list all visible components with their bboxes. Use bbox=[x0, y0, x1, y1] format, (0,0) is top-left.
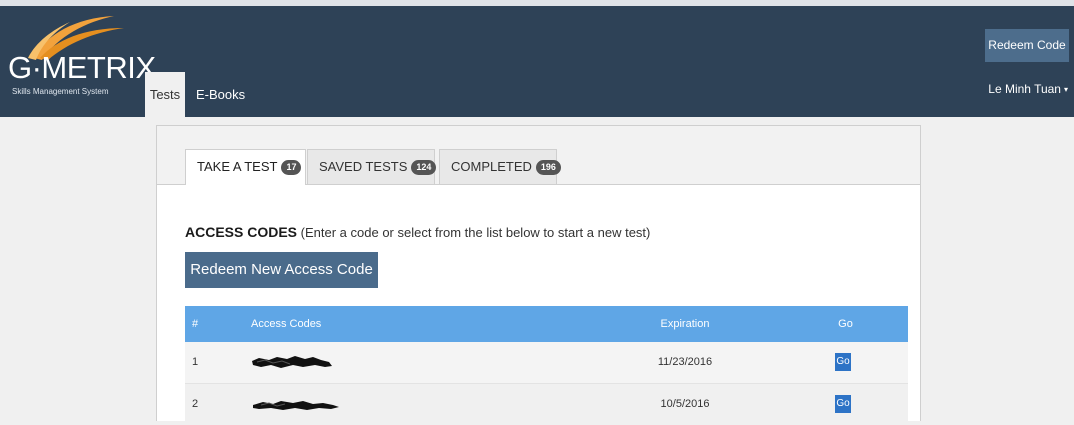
gmetrix-logo[interactable]: G·METRIX Skills Management System bbox=[6, 12, 156, 104]
expiration-date: 10/5/2016 bbox=[660, 398, 710, 410]
redacted-access-code bbox=[252, 356, 332, 368]
section-subtitle: (Enter a code or select from the list be… bbox=[300, 225, 651, 240]
tab-label: SAVED TESTS bbox=[319, 159, 408, 174]
column-header-number[interactable]: # bbox=[192, 306, 198, 342]
caret-down-icon: ▾ bbox=[1063, 85, 1068, 94]
panel-tab-bar: TAKE A TEST 17 SAVED TESTS 124 COMPLETED 19… bbox=[157, 126, 920, 185]
row-number: 1 bbox=[192, 356, 199, 368]
access-codes-heading: ACCESS CODES (Enter a code or select fro… bbox=[185, 224, 650, 240]
redeem-new-access-code-button[interactable]: Redeem New Access Code bbox=[185, 252, 378, 288]
tab-label: COMPLETED bbox=[451, 159, 532, 174]
column-header-go[interactable]: Go bbox=[837, 306, 854, 342]
tests-panel: TAKE A TEST 17 SAVED TESTS 124 COMPLETED 19… bbox=[156, 125, 921, 425]
access-codes-table: # Access Codes Expiration Date Go 1 11/2… bbox=[185, 306, 908, 425]
table-row: 1 11/23/2016 Go bbox=[185, 342, 908, 384]
section-title: ACCESS CODES bbox=[185, 224, 298, 240]
tab-label: TAKE A TEST bbox=[197, 159, 278, 174]
redeem-code-button[interactable]: Redeem Code bbox=[985, 29, 1069, 62]
tab-take-a-test[interactable]: TAKE A TEST 17 bbox=[185, 149, 306, 185]
nav-tab-tests[interactable]: Tests bbox=[145, 72, 185, 117]
go-button[interactable]: Go bbox=[835, 395, 851, 413]
count-badge: 17 bbox=[281, 160, 302, 175]
user-menu[interactable]: Le Minh Tuan ▾ bbox=[988, 82, 1068, 96]
count-badge: 124 bbox=[411, 160, 437, 175]
top-navbar: G·METRIX Skills Management System Tests … bbox=[0, 0, 1074, 117]
column-header-access-codes[interactable]: Access Codes bbox=[251, 306, 321, 342]
count-badge: 196 bbox=[535, 160, 561, 175]
logo-tagline: Skills Management System bbox=[12, 87, 109, 96]
table-row: 2 10/5/2016 Go bbox=[185, 384, 908, 425]
tab-completed[interactable]: COMPLETED 196 bbox=[439, 149, 561, 184]
go-button[interactable]: Go bbox=[835, 353, 851, 371]
redacted-access-code bbox=[253, 401, 339, 410]
table-header: # Access Codes Expiration Date Go bbox=[185, 306, 908, 366]
user-name: Le Minh Tuan bbox=[988, 82, 1061, 96]
row-number: 2 bbox=[192, 398, 199, 410]
tab-saved-tests[interactable]: SAVED TESTS 124 bbox=[307, 149, 437, 184]
logo-brand-text: G·METRIX bbox=[8, 50, 156, 85]
expiration-date: 11/23/2016 bbox=[657, 356, 713, 368]
nav-tab-ebooks[interactable]: E-Books bbox=[196, 72, 245, 117]
